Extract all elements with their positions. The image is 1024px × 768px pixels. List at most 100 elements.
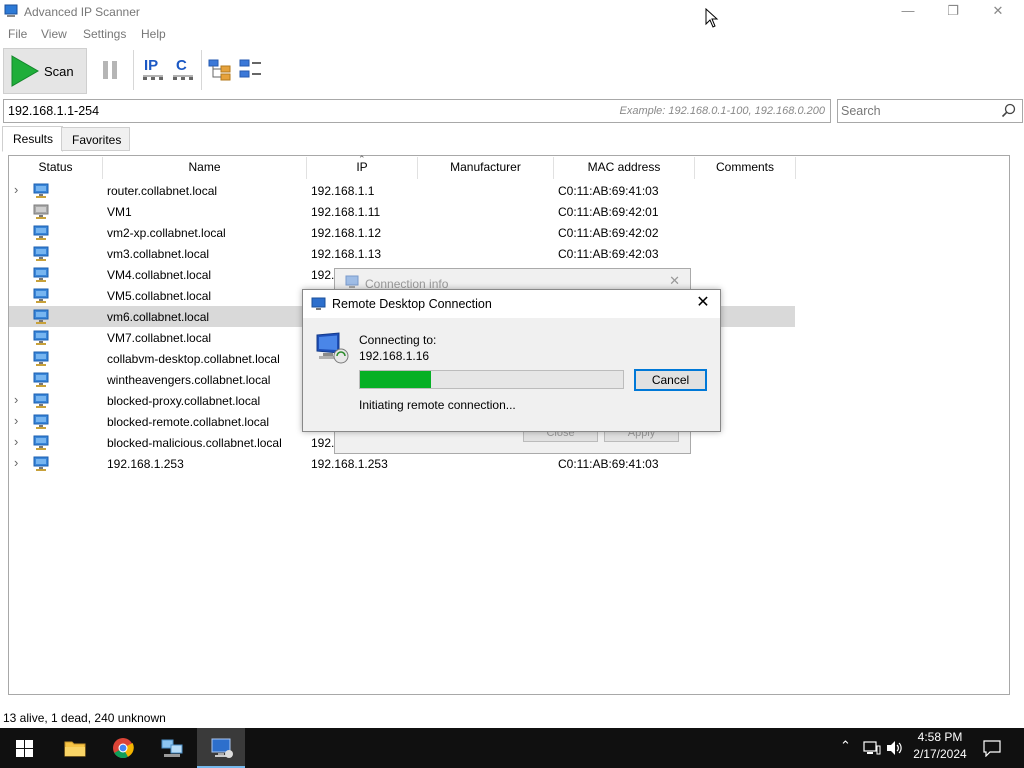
close-button[interactable]: ✕ — [975, 0, 1021, 24]
start-button[interactable] — [0, 728, 48, 768]
show-hidden-icons-chevron-icon[interactable]: ⌃ — [840, 738, 851, 754]
ip-button[interactable]: IP — [142, 57, 164, 83]
toolbar-separator — [133, 50, 134, 90]
row-ip: 192.168.1.13 — [311, 247, 382, 261]
row-mac: C0:11:AB:69:42:03 — [558, 247, 659, 261]
row-name: collabvm-desktop.collabnet.local — [107, 352, 280, 366]
taskbar-chrome[interactable] — [99, 728, 147, 768]
expand-chevron-icon — [14, 350, 22, 364]
c-label: C — [176, 57, 187, 74]
host-status-icon — [33, 246, 49, 262]
taskbar-file-explorer[interactable] — [50, 728, 98, 768]
play-icon — [11, 55, 40, 87]
row-ip: 192.168.1.1 — [311, 184, 375, 198]
pause-button[interactable] — [101, 60, 119, 80]
tab-favorites[interactable]: Favorites — [61, 127, 130, 151]
c-button[interactable]: C — [172, 57, 194, 83]
rdp-progress-bar — [359, 370, 624, 389]
status-bar: 13 alive, 1 dead, 240 unknown — [0, 708, 1024, 728]
expand-chevron-icon[interactable]: › — [14, 434, 22, 449]
restore-button[interactable]: ❐ — [930, 0, 976, 24]
windows-icon — [16, 740, 33, 757]
rdp-progress-fill — [360, 371, 431, 388]
row-name: wintheavengers.collabnet.local — [107, 373, 271, 387]
column-comments[interactable]: Comments — [695, 160, 795, 178]
pause-icon — [103, 61, 117, 79]
ip-label: IP — [144, 57, 159, 74]
expand-chevron-icon — [14, 308, 22, 322]
remote-desktop-taskbar-icon — [211, 738, 233, 758]
host-status-icon — [33, 372, 49, 388]
host-status-icon — [33, 351, 49, 367]
clock-time: 4:58 PM — [917, 730, 963, 744]
taskbar-network-app[interactable] — [148, 728, 196, 768]
column-status[interactable]: Status — [9, 160, 102, 178]
row-ip: 192. — [311, 268, 335, 282]
connection-info-icon — [345, 275, 359, 288]
ip-range-input[interactable]: 192.168.1.1-254 Example: 192.168.0.1-100… — [3, 99, 831, 123]
notifications-icon[interactable] — [983, 739, 1001, 757]
network-status-icon[interactable] — [863, 740, 881, 756]
row-mac: C0:11:AB:69:41:03 — [558, 457, 659, 471]
expand-chevron-icon[interactable]: › — [14, 455, 22, 470]
row-ip: 192.168.1.12 — [311, 226, 382, 240]
expand-chevron-icon[interactable]: › — [14, 182, 22, 197]
rdp-cancel-button[interactable]: Cancel — [634, 369, 707, 391]
expand-chevron-icon — [14, 224, 22, 238]
folder-icon — [64, 741, 86, 757]
column-mac[interactable]: MAC address — [554, 160, 694, 178]
column-ip[interactable]: IP — [307, 160, 417, 178]
network-computers-icon — [161, 739, 183, 757]
expand-chevron-icon[interactable]: › — [14, 413, 22, 428]
taskbar: ⌃ — [0, 728, 1024, 768]
table-row[interactable]: vm2-xp.collabnet.local 192.168.1.12 C0:11:… — [9, 222, 795, 243]
expand-chevron-icon[interactable]: › — [14, 392, 22, 407]
title-bar: Advanced IP Scanner — ❐ ✕ — [0, 0, 1024, 24]
rdp-close-icon[interactable]: ✕ — [692, 293, 714, 315]
row-name: blocked-malicious.collabnet.local — [107, 436, 282, 450]
tab-results-label: Results — [13, 132, 54, 146]
row-name: VM4.collabnet.local — [107, 268, 212, 282]
taskbar-advanced-ip-scanner[interactable] — [197, 728, 245, 768]
table-row[interactable]: vm3.collabnet.local 192.168.1.13 C0:11:AB:… — [9, 243, 795, 264]
row-mac: C0:11:AB:69:42:01 — [558, 205, 659, 219]
tab-results[interactable]: Results — [2, 126, 63, 152]
row-name: blocked-proxy.collabnet.local — [107, 394, 261, 408]
row-name: router.collabnet.local — [107, 184, 218, 198]
taskbar-clock[interactable]: 4:58 PM 2/17/2024 — [900, 730, 980, 761]
search-input[interactable]: Search — [837, 99, 1023, 123]
status-text: 13 alive, 1 dead, 240 unknown — [3, 711, 166, 725]
scan-button[interactable]: Scan — [3, 48, 87, 94]
expand-chevron-icon — [14, 266, 22, 280]
toolbar-separator — [201, 50, 202, 90]
menu-file[interactable]: File — [8, 27, 27, 41]
menu-settings[interactable]: Settings — [83, 27, 126, 41]
table-row[interactable]: VM1 192.168.1.11 C0:11:AB:69:42:01 — [9, 201, 795, 222]
host-status-icon — [33, 456, 49, 472]
minimize-button[interactable]: — — [885, 0, 931, 24]
expand-all-button[interactable] — [208, 58, 232, 82]
host-status-icon — [33, 267, 49, 283]
expand-chevron-icon — [14, 245, 22, 259]
connection-info-close-icon[interactable]: ✕ — [669, 273, 680, 289]
scan-label: Scan — [44, 64, 74, 79]
menu-help[interactable]: Help — [141, 27, 166, 41]
table-row[interactable]: › 192.168.1.253 192.168.1.253 C0:11:AB:69:… — [9, 453, 795, 474]
subnet-icon — [173, 75, 193, 80]
rdp-connecting-label: Connecting to: — [359, 333, 437, 347]
row-name: 192.168.1.253 — [107, 457, 184, 471]
row-name: VM7.collabnet.local — [107, 331, 212, 345]
table-row[interactable]: › router.collabnet.local 192.168.1.1 C0:11… — [9, 180, 795, 201]
app-icon — [4, 4, 18, 17]
row-mac: C0:11:AB:69:42:02 — [558, 226, 659, 240]
column-name[interactable]: Name — [103, 160, 306, 178]
collapse-all-button[interactable] — [239, 58, 263, 82]
search-icon[interactable] — [1001, 103, 1016, 118]
column-manufacturer[interactable]: Manufacturer — [418, 160, 553, 178]
menu-view[interactable]: View — [41, 27, 67, 41]
rdp-status: Initiating remote connection... — [359, 398, 516, 412]
row-mac: C0:11:AB:69:41:03 — [558, 184, 659, 198]
row-name: vm3.collabnet.local — [107, 247, 210, 261]
expand-chevron-icon — [14, 203, 22, 217]
rdp-host: 192.168.1.16 — [359, 349, 430, 363]
